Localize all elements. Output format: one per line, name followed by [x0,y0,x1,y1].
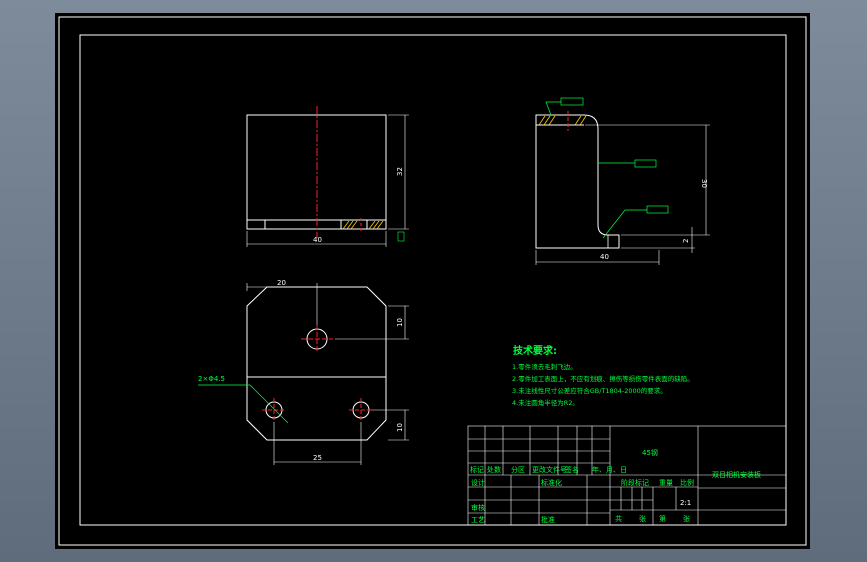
weight-label: 重量 [659,479,673,487]
tech-req-item: 2.零件加工表面上，不应有划痕、擦伤等损伤零件表面的缺陷。 [512,374,694,383]
review-label: 审核 [471,503,485,512]
side-leaders [545,97,669,239]
side-view[interactable]: 40 30 2 [535,97,710,265]
material-label: 45钢 [642,448,658,457]
pitch-label: 25 [313,454,322,462]
top-view[interactable]: 2×Φ4.5 20 25 10 10 [198,279,409,465]
cad-drawing-canvas: 40 32 40 30 2 2×Φ4.5 20 25 10 10 技术要求: 1… [58,16,807,546]
upper-dim-label: 10 [396,318,404,327]
front-view[interactable]: 40 32 [246,106,409,247]
tech-req-item: 4.未注圆角半径为R2。 [512,398,579,407]
datum-marker [397,231,405,242]
standardize-label: 标准化 [541,478,562,487]
sheet-unit-label-2: 张 [683,514,690,523]
rev-col-date: 年、月、日 [592,465,627,474]
side-outline [535,114,620,249]
sheet-unit-label: 张 [639,514,646,523]
rev-col-zone: 分区 [511,465,525,474]
lower-dim-label: 10 [396,423,404,432]
tech-requirements: 技术要求: 1.零件须去毛刺飞边。 2.零件加工表面上，不应有划痕、擦伤等损伤零… [512,344,694,407]
design-label: 设计 [471,478,485,487]
side-hatch [538,115,587,126]
outer-frame [58,16,807,546]
offset-label: 20 [277,279,286,287]
inner-frame [79,34,787,526]
sheet-total-label: 共 [615,514,622,523]
tech-req-item: 3.未注线性尺寸公差应符合GB/T1804-2000的要求。 [512,386,667,395]
side-thickness-label: 2 [682,239,690,243]
drawing-sheet[interactable]: 40 32 40 30 2 2×Φ4.5 20 25 10 10 技术要求: 1… [55,13,810,549]
scale-value: 2:1 [680,499,691,507]
rev-col-sign: 签名 [565,465,579,474]
part-name-label: 双目相机安装板 [712,470,761,479]
rev-col-count: 处数 [487,465,501,474]
front-hatch [342,220,384,230]
hole-callout-label: 2×Φ4.5 [198,375,225,383]
front-height-label: 32 [396,167,404,176]
approve-label: 批准 [541,515,555,524]
rev-col-mark: 标记 [470,465,484,474]
side-height-label: 30 [700,179,708,188]
ratio-label: 比例 [680,478,694,487]
process-label: 工艺 [471,516,485,524]
tech-req-item: 1.零件须去毛刺飞边。 [512,362,577,371]
title-block-text: 45钢 双目相机安装板 标记 处数 分区 更改文件号 签名 年、月、日 设计 标… [470,448,761,524]
stage-mark-label: 阶段标记 [621,478,649,487]
sheet-no-label: 第 [659,514,666,523]
side-width-label: 40 [600,253,609,261]
rev-col-doc: 更改文件号 [532,465,567,474]
tech-req-title: 技术要求: [513,344,557,357]
front-width-label: 40 [313,236,322,244]
